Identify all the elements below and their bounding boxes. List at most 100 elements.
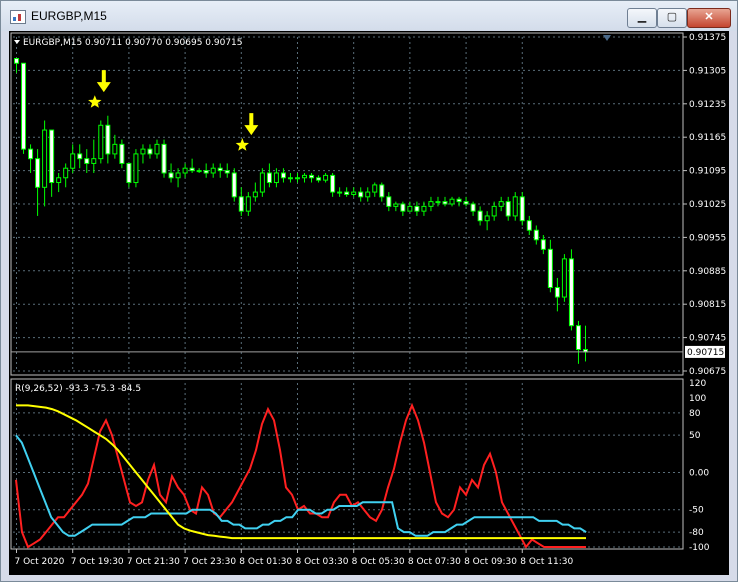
bull-candle	[182, 167, 188, 174]
shift-marker-icon[interactable]	[603, 35, 611, 41]
bull-candle	[435, 201, 441, 204]
bull-candle	[294, 177, 300, 180]
bull-candle	[112, 143, 118, 155]
price-tick-label: 0.91305	[689, 66, 726, 76]
current-price-label: 0.90715	[687, 348, 724, 358]
axes: 0.91375 0.91305 0.91235 0.91165 0.91095 0.910…	[15, 33, 727, 567]
bear-candle	[505, 201, 511, 217]
bull-candle	[498, 201, 504, 207]
bear-candle	[575, 325, 581, 351]
bear-candle	[442, 201, 448, 205]
star-icon	[88, 95, 102, 108]
bear-candle	[316, 177, 322, 181]
bear-candle	[568, 258, 574, 327]
indicator-panel-frame	[10, 378, 684, 550]
bull-candle	[287, 177, 293, 180]
window-title: EURGBP,M15	[31, 9, 107, 23]
indicator-tick-label: 50	[689, 431, 701, 441]
bull-candle	[140, 148, 146, 155]
price-tick-label: 0.91025	[689, 200, 726, 210]
bull-candle	[133, 153, 139, 184]
bull-candle	[491, 205, 497, 217]
chart-window-icon	[10, 10, 26, 24]
bull-candle	[428, 201, 434, 207]
indicator-series	[15, 402, 587, 549]
price-series	[14, 57, 588, 364]
fast-line	[15, 402, 586, 549]
title-bar[interactable]: EURGBP,M15 ▁ ▢ ✕	[1, 1, 737, 31]
bull-candle	[393, 203, 399, 207]
price-tick-label: 0.90815	[689, 300, 726, 310]
bear-candle	[14, 57, 20, 64]
dropdown-triangle-icon[interactable]	[14, 40, 20, 44]
grid	[13, 36, 683, 548]
bear-candle	[386, 196, 392, 207]
price-tick-label: 0.91165	[689, 133, 726, 143]
bear-candle	[217, 167, 223, 172]
bear-candle	[554, 287, 560, 298]
price-tick-label: 0.90955	[689, 233, 726, 243]
indicator-info-label: R(9,26,52) -93.3 -75.3 -84.5	[15, 384, 141, 394]
price-tick-label: 0.91375	[689, 33, 726, 43]
bear-candle	[477, 210, 483, 222]
bear-candle	[470, 203, 476, 212]
bear-candle	[49, 129, 55, 184]
bull-candle	[273, 172, 279, 184]
bull-candle	[245, 196, 251, 212]
bull-candle	[98, 124, 104, 160]
bear-candle	[126, 162, 132, 184]
bull-candle	[512, 196, 518, 217]
bear-candle	[533, 229, 539, 241]
mid-line	[15, 434, 587, 537]
bear-candle	[330, 174, 336, 193]
bear-candle	[344, 191, 350, 195]
indicator-tick-label: -100	[689, 543, 710, 553]
bear-candle	[189, 167, 195, 172]
indicator-tick-label: 0.00	[689, 468, 709, 478]
maximize-button[interactable]: ▢	[657, 8, 687, 28]
bear-candle	[119, 143, 125, 164]
bear-candle	[203, 170, 209, 174]
bear-candle	[414, 205, 420, 212]
chart-window: EURGBP,M15 ▁ ▢ ✕ 0.91375 0.91305 0.91235 0.…	[0, 0, 738, 582]
time-tick-label: 8 Oct 09:30	[464, 557, 517, 567]
time-tick-label: 7 Oct 2020	[15, 557, 65, 567]
sell-signal-marker	[88, 70, 111, 108]
price-tick-label: 0.90745	[689, 334, 726, 344]
bear-candle	[231, 172, 237, 198]
bear-candle	[168, 172, 174, 179]
signal-markers	[88, 70, 259, 151]
bull-candle	[196, 170, 202, 173]
bear-candle	[463, 201, 469, 205]
time-tick-label: 8 Oct 05:30	[352, 557, 405, 567]
bear-candle	[147, 148, 153, 155]
bear-candle	[379, 184, 385, 198]
down-arrow-icon	[96, 70, 111, 93]
chart-area[interactable]: 0.91375 0.91305 0.91235 0.91165 0.91095 0.910…	[9, 31, 729, 575]
bear-candle	[105, 124, 111, 155]
time-tick-label: 7 Oct 23:30	[183, 557, 236, 567]
bull-candle	[323, 174, 329, 181]
bull-candle	[421, 205, 427, 212]
bull-candle	[63, 167, 69, 179]
down-arrow-icon	[244, 113, 259, 136]
price-tick-label: 0.91095	[689, 167, 726, 177]
bull-candle	[252, 191, 258, 198]
bear-candle	[35, 158, 41, 188]
symbol-info-label: EURGBP,M15 0.90711 0.90770 0.90695 0.907…	[23, 38, 243, 48]
bull-candle	[91, 158, 97, 164]
price-tick-label: 0.90675	[689, 367, 726, 377]
minimize-button[interactable]: ▁	[627, 8, 657, 28]
bull-candle	[42, 129, 48, 188]
bull-candle	[351, 191, 357, 195]
price-tick-label: 0.90885	[689, 267, 726, 277]
bear-candle	[519, 196, 525, 222]
close-button[interactable]: ✕	[687, 8, 731, 28]
time-tick-label: 8 Oct 11:30	[520, 557, 573, 567]
bear-candle	[266, 172, 272, 184]
bull-candle	[449, 198, 455, 205]
chart-canvas[interactable]: 0.91375 0.91305 0.91235 0.91165 0.91095 0.910…	[9, 31, 729, 575]
time-tick-label: 8 Oct 07:30	[408, 557, 461, 567]
bear-candle	[526, 220, 532, 231]
bull-candle	[210, 167, 216, 174]
